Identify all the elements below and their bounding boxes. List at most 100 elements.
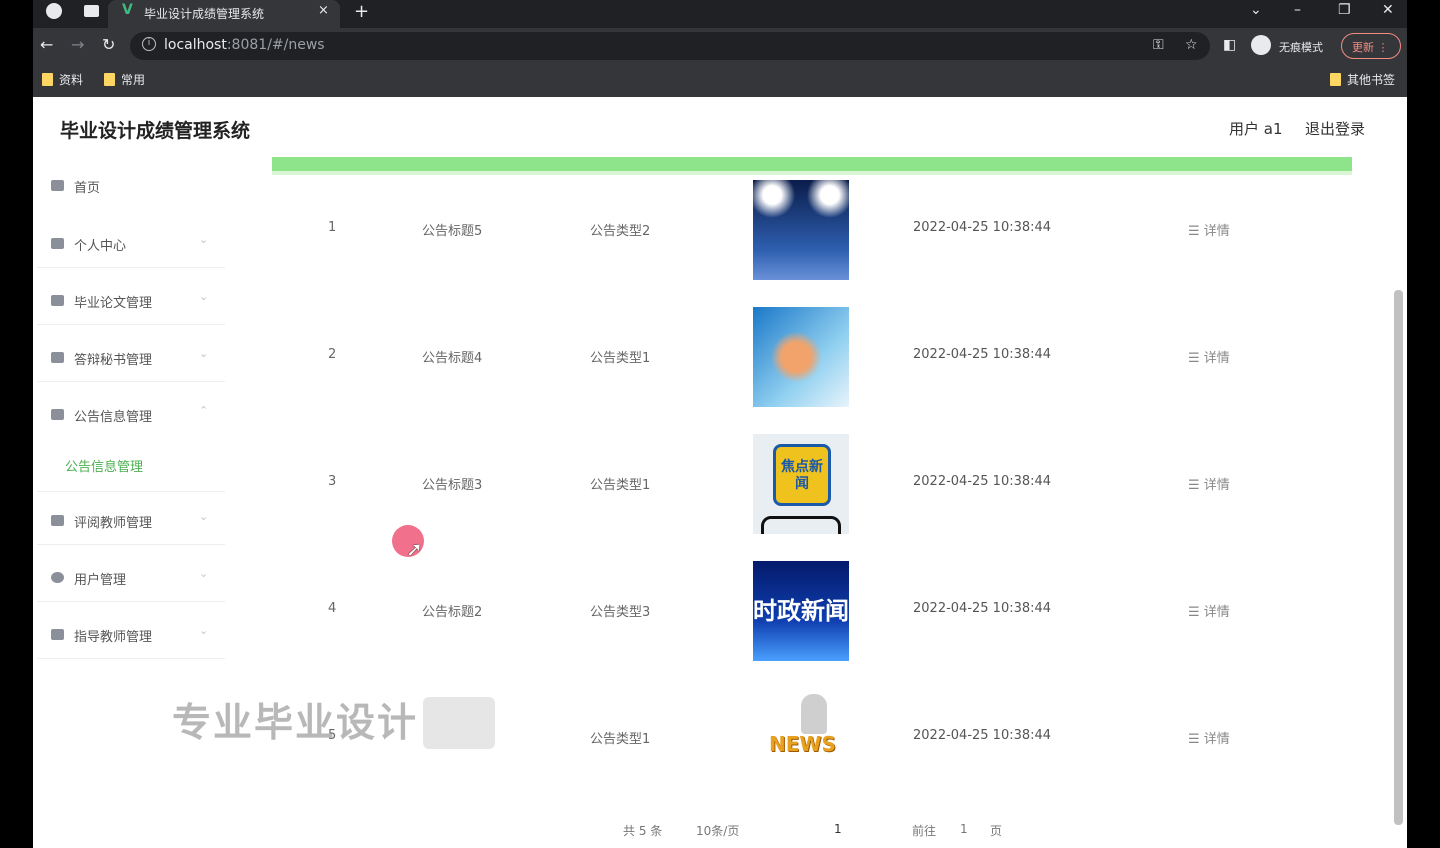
side-panel-icon[interactable]: ◧: [1223, 37, 1236, 53]
notice-time: 2022-04-25 10:38:44: [913, 474, 1052, 489]
reload-icon[interactable]: ↻: [102, 35, 115, 54]
bookmark-folder-ziliao[interactable]: 资料: [42, 71, 83, 88]
chevron-down-icon: ⌄: [199, 290, 209, 303]
tab-list-chevron-icon[interactable]: ⌄: [1250, 2, 1262, 18]
logout-button[interactable]: 退出登录: [1305, 118, 1365, 139]
sidebar-item-label: 评阅教师管理: [74, 516, 153, 531]
sidebar-item-label: 个人中心: [74, 239, 127, 254]
folder-icon: [42, 73, 53, 86]
sidebar-item-label: 毕业论文管理: [74, 296, 153, 311]
detail-button[interactable]: ☰ 详情: [1188, 220, 1230, 239]
app-title: 毕业设计成绩管理系统: [60, 120, 251, 142]
detail-icon: ☰: [1188, 478, 1204, 493]
bookmark-folder-changyong[interactable]: 常用: [104, 71, 145, 88]
page-scrollbar[interactable]: [1394, 290, 1403, 825]
sidebar-item-label: 公告信息管理: [74, 410, 153, 425]
close-window-icon[interactable]: ✕: [1382, 2, 1394, 18]
new-tab-button[interactable]: +: [354, 1, 369, 22]
home-icon: [51, 180, 64, 191]
minimize-icon[interactable]: –: [1294, 2, 1301, 18]
tab-close-button[interactable]: ×: [318, 3, 329, 18]
notice-thumbnail: [753, 180, 849, 280]
tab-search-icon[interactable]: [84, 5, 99, 17]
site-info-icon[interactable]: i: [142, 37, 156, 51]
notice-time: 2022-04-25 10:38:44: [913, 220, 1052, 235]
detail-icon: ☰: [1188, 605, 1204, 620]
sidebar-item-notices[interactable]: 公告信息管理 ⌃: [37, 391, 225, 439]
table-row: 3 公告标题3 公告类型1 焦点新闻 2022-04-25 10:38:44 ☰…: [272, 427, 1352, 554]
detail-button[interactable]: ☰ 详情: [1188, 347, 1230, 366]
notice-type: 公告类型1: [590, 478, 651, 493]
update-button[interactable]: 更新 ⋮: [1341, 33, 1401, 59]
url-text[interactable]: localhost:8081/#/news: [164, 37, 325, 53]
notice-title: 公告标题2: [422, 605, 483, 620]
notice-title: 公告标题5: [422, 224, 483, 239]
other-bookmarks[interactable]: 其他书签: [1330, 71, 1395, 88]
sidebar-item-advisor[interactable]: 指导教师管理 ⌄: [37, 611, 225, 659]
chevron-down-icon: ⌄: [199, 510, 209, 523]
pagination-goto-label: 前往: [912, 824, 937, 838]
table-icon: [51, 629, 64, 640]
user-icon: [51, 238, 64, 249]
notice-type: 公告类型3: [590, 605, 651, 620]
bookmark-star-icon[interactable]: ☆: [1185, 37, 1198, 53]
current-user-label: 用户 a1: [1229, 120, 1283, 138]
clock-icon: [51, 572, 64, 583]
bookmarks-bar: [33, 64, 1407, 97]
incognito-label: 无痕模式: [1279, 41, 1323, 54]
tab-title: 毕业设计成绩管理系统: [144, 7, 265, 21]
sidebar-item-thesis[interactable]: 毕业论文管理 ⌄: [37, 277, 225, 325]
table-row: 1 公告标题5 公告类型2 2022-04-25 10:38:44 ☰ 详情: [272, 173, 1352, 300]
grid-icon: [51, 409, 64, 420]
notice-title: 公告标题4: [422, 351, 483, 366]
notice-thumbnail: [753, 307, 849, 407]
row-index: 1: [328, 220, 337, 235]
thumbnail-badge-text: 焦点新闻: [773, 444, 831, 506]
chevron-up-icon: ⌃: [199, 404, 209, 417]
back-arrow-icon[interactable]: ←: [40, 35, 53, 54]
key-icon[interactable]: ⚿: [1153, 37, 1164, 53]
sidebar-item-label: 用户管理: [74, 573, 127, 588]
notice-time: 2022-04-25 10:38:44: [913, 347, 1052, 362]
row-index: 4: [328, 601, 337, 616]
watermark-blur: [423, 697, 495, 749]
detail-icon: ☰: [1188, 224, 1204, 239]
thumbnail-figure: [801, 694, 827, 734]
detail-button[interactable]: ☰ 详情: [1188, 728, 1230, 747]
detail-button[interactable]: ☰ 详情: [1188, 601, 1230, 620]
pagination-page-current[interactable]: 1: [834, 822, 842, 836]
notice-title: 公告标题3: [422, 478, 483, 493]
restore-icon[interactable]: ❐: [1338, 2, 1351, 18]
pagination-goto-input[interactable]: 1: [960, 822, 968, 836]
phone-shape: [761, 516, 841, 534]
sidebar-item-label: 首页: [74, 181, 101, 196]
sidebar-item-label: 答辩秘书管理: [74, 353, 153, 368]
notice-thumbnail: 焦点新闻: [753, 434, 849, 534]
document-icon: [51, 295, 64, 306]
notice-time: 2022-04-25 10:38:44: [913, 728, 1052, 743]
sidebar-item-reviewer[interactable]: 评阅教师管理 ⌄: [37, 497, 225, 545]
detail-button[interactable]: ☰ 详情: [1188, 474, 1230, 493]
sidebar-item-home[interactable]: 首页: [37, 162, 225, 210]
sidebar-subitem-notice-management[interactable]: 公告信息管理: [65, 456, 143, 475]
notice-time: 2022-04-25 10:38:44: [913, 601, 1052, 616]
chevron-down-icon: ⌄: [199, 567, 209, 580]
incognito-icon[interactable]: [1251, 35, 1271, 55]
forward-arrow-icon[interactable]: →: [71, 35, 84, 54]
browser-app-icon[interactable]: [46, 3, 62, 19]
list-icon: [51, 352, 64, 363]
chevron-down-icon: ⌄: [199, 624, 209, 637]
notice-thumbnail: 时政新闻: [753, 561, 849, 661]
mouse-cursor-icon: ➚: [406, 537, 423, 561]
sidebar-item-personal-center[interactable]: 个人中心 ⌄: [37, 220, 225, 268]
sidebar-item-defense-secretary[interactable]: 答辩秘书管理 ⌄: [37, 334, 225, 382]
pagination-page-size-select[interactable]: 10条/页: [696, 822, 739, 839]
table-row: 4 公告标题2 公告类型3 时政新闻 2022-04-25 10:38:44 ☰…: [272, 554, 1352, 681]
sidebar-divider: [37, 491, 225, 492]
notice-type: 公告类型1: [590, 351, 651, 366]
notice-type: 公告类型1: [590, 732, 651, 747]
pagination-page-unit: 页: [990, 824, 1003, 838]
table-header-bar: [272, 157, 1352, 171]
sidebar-item-users[interactable]: 用户管理 ⌄: [37, 554, 225, 602]
row-index: 2: [328, 347, 337, 362]
